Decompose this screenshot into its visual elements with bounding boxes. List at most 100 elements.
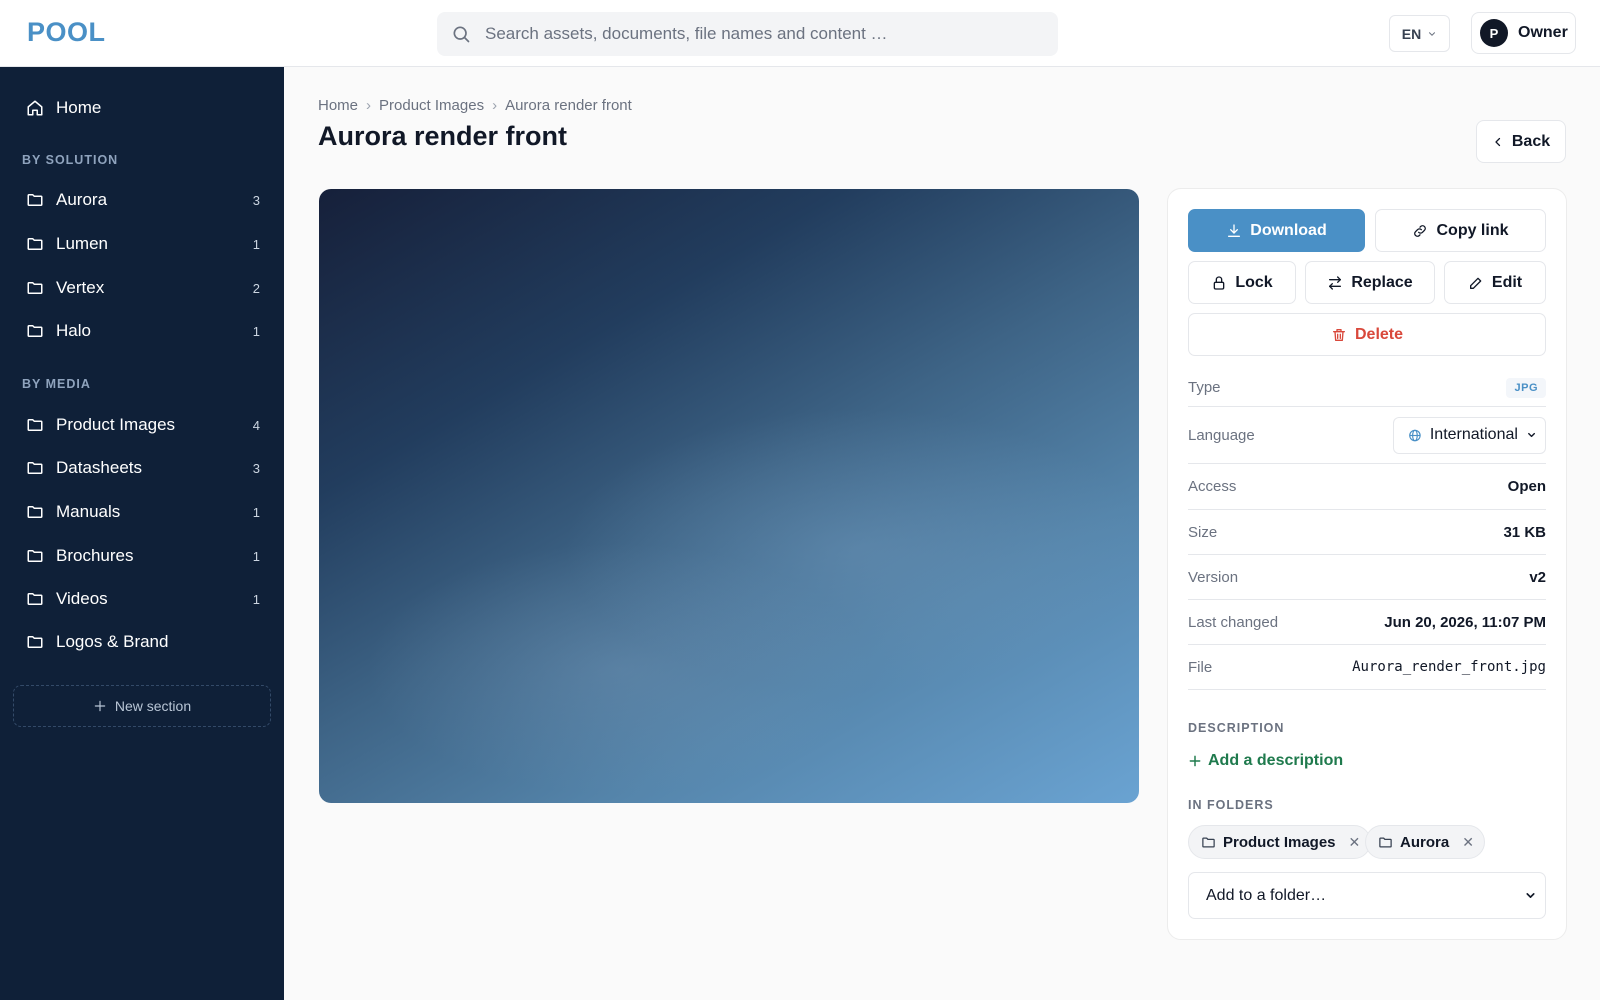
close-icon[interactable]: ✕ xyxy=(1462,834,1474,851)
breadcrumb-home[interactable]: Home xyxy=(318,97,358,114)
folder-icon xyxy=(27,419,43,431)
item-count: 2 xyxy=(252,280,260,296)
folder-icon xyxy=(27,462,43,474)
folder-chip-label: Aurora xyxy=(1400,833,1450,851)
home-icon xyxy=(27,100,43,116)
file-name: Aurora_render_front.jpg xyxy=(1352,659,1546,675)
asset-preview-image[interactable] xyxy=(319,189,1139,803)
copy-link-label: Copy link xyxy=(1436,221,1509,239)
item-count: 3 xyxy=(252,192,260,208)
lock-button[interactable]: Lock xyxy=(1188,261,1296,304)
chevron-down-icon xyxy=(1526,893,1535,898)
breadcrumb-separator: › xyxy=(492,97,498,114)
globe-icon xyxy=(1409,429,1421,441)
folder-chip-aurora: Aurora ✕ xyxy=(1365,825,1485,859)
add-to-folder-select[interactable]: Add to a folder… xyxy=(1188,872,1546,919)
language-switcher[interactable]: EN xyxy=(1389,15,1450,52)
sidebar-item-label: Halo xyxy=(56,321,91,340)
chevron-left-icon xyxy=(1495,137,1500,146)
edit-label: Edit xyxy=(1491,273,1523,291)
folder-icon xyxy=(27,238,43,250)
close-icon[interactable]: ✕ xyxy=(1349,834,1361,851)
edit-button[interactable]: Edit xyxy=(1444,261,1546,304)
download-button[interactable]: Download xyxy=(1188,209,1365,252)
add-description-label: Add a description xyxy=(1208,752,1344,769)
delete-button[interactable]: Delete xyxy=(1188,313,1546,356)
lock-icon xyxy=(1213,275,1225,290)
in-folders-title: IN FOLDERS xyxy=(1188,798,1274,812)
last-changed-value: Jun 20, 2026, 11:07 PM xyxy=(1384,613,1546,631)
chevron-down-icon xyxy=(1429,31,1436,36)
user-menu-button[interactable]: P Owner xyxy=(1471,12,1576,54)
replace-button[interactable]: Replace xyxy=(1305,261,1435,304)
version-row: Version v2 xyxy=(1188,555,1546,600)
sidebar-item-home[interactable]: Home xyxy=(0,90,284,126)
sidebar-item-logos-brand[interactable]: Logos & Brand xyxy=(0,624,284,660)
sidebar-item-label: Vertex xyxy=(56,278,105,297)
sidebar-item-aurora[interactable]: Aurora 3 xyxy=(0,182,284,218)
sidebar-item-datasheets[interactable]: Datasheets 3 xyxy=(0,450,284,486)
file-row: File Aurora_render_front.jpg xyxy=(1188,645,1546,690)
sidebar-item-label: Datasheets xyxy=(56,458,142,477)
folder-icon xyxy=(27,194,43,206)
type-row: Type JPG xyxy=(1188,369,1546,407)
search-icon xyxy=(453,26,470,43)
section-title-by-solution: BY SOLUTION xyxy=(22,153,119,167)
language-select[interactable]: International xyxy=(1393,416,1546,454)
sidebar-item-lumen[interactable]: Lumen 1 xyxy=(0,226,284,262)
item-count: 1 xyxy=(252,591,260,607)
delete-label: Delete xyxy=(1354,325,1404,343)
last-changed-label: Last changed xyxy=(1188,613,1279,631)
version-label: Version xyxy=(1188,568,1239,586)
avatar: P xyxy=(1480,19,1508,47)
sidebar-item-label: Videos xyxy=(56,589,108,608)
new-section-label: New section xyxy=(114,698,192,714)
size-row: Size 31 KB xyxy=(1188,510,1546,555)
folder-icon xyxy=(1379,837,1392,847)
folder-chip-label: Product Images xyxy=(1223,833,1336,851)
access-row: Access Open xyxy=(1188,464,1546,510)
sidebar-item-videos[interactable]: Videos 1 xyxy=(0,581,284,617)
version-value: v2 xyxy=(1529,568,1546,586)
file-type-badge: JPG xyxy=(1506,377,1546,398)
swap-icon xyxy=(1329,275,1342,290)
new-section-button[interactable]: New section xyxy=(13,685,271,727)
type-label: Type xyxy=(1188,379,1221,396)
sidebar-item-label: Home xyxy=(56,98,102,117)
item-count: 4 xyxy=(252,417,260,433)
breadcrumb-product-images[interactable]: Product Images xyxy=(379,97,484,114)
breadcrumb-current: Aurora render front xyxy=(505,97,632,114)
add-description-button[interactable]: Add a description xyxy=(1188,752,1343,770)
sidebar-item-label: Product Images xyxy=(56,415,176,434)
details-panel: Download Copy link Lock Replace Edit Del… xyxy=(1167,188,1567,940)
app-logo[interactable]: POOL xyxy=(27,17,106,48)
copy-link-button[interactable]: Copy link xyxy=(1375,209,1546,252)
size-value: 31 KB xyxy=(1503,523,1546,541)
language-value: International xyxy=(1429,426,1518,443)
trash-icon xyxy=(1332,328,1345,341)
sidebar-item-product-images[interactable]: Product Images 4 xyxy=(0,407,284,443)
description-title: DESCRIPTION xyxy=(1188,721,1285,735)
top-bar: POOL EN P Owner xyxy=(0,0,1600,67)
language-row: Language International xyxy=(1188,407,1546,464)
item-count: 1 xyxy=(252,548,260,564)
sidebar-item-manuals[interactable]: Manuals 1 xyxy=(0,494,284,530)
sidebar-item-label: Logos & Brand xyxy=(56,632,169,651)
sidebar-item-brochures[interactable]: Brochures 1 xyxy=(0,538,284,574)
language-label: Language xyxy=(1188,426,1255,444)
sidebar: Home BY SOLUTION Aurora 3 Lumen 1 Vertex… xyxy=(0,67,284,1000)
last-changed-row: Last changed Jun 20, 2026, 11:07 PM xyxy=(1188,600,1546,645)
folder-chip-product-images: Product Images ✕ xyxy=(1188,825,1372,859)
chevron-down-icon xyxy=(1527,432,1535,438)
replace-label: Replace xyxy=(1351,273,1413,291)
search-input[interactable] xyxy=(485,24,1045,44)
search-bar[interactable] xyxy=(437,12,1058,56)
back-button[interactable]: Back xyxy=(1476,120,1566,163)
folder-icon xyxy=(1202,837,1215,847)
add-to-folder-placeholder: Add to a folder… xyxy=(1206,886,1327,904)
download-icon xyxy=(1228,223,1241,237)
sidebar-item-vertex[interactable]: Vertex 2 xyxy=(0,270,284,306)
item-count: 1 xyxy=(252,504,260,520)
pencil-icon xyxy=(1469,277,1482,289)
sidebar-item-halo[interactable]: Halo 1 xyxy=(0,313,284,349)
